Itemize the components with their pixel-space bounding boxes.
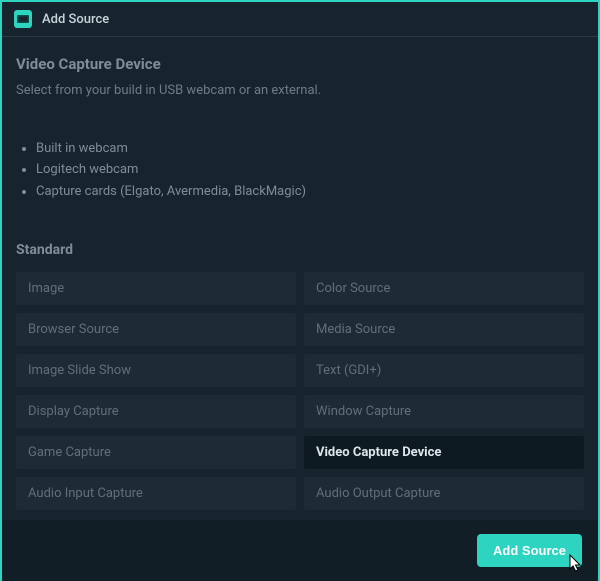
list-item: Capture cards (Elgato, Avermedia, BlackM… xyxy=(36,181,584,202)
dialog-footer: Add Source xyxy=(2,520,598,581)
add-source-button[interactable]: Add Source xyxy=(477,534,582,567)
source-image-slide-show[interactable]: Image Slide Show xyxy=(16,354,296,387)
add-source-dialog: Add Source Video Capture Device Select f… xyxy=(0,0,600,581)
examples-list: Built in webcam Logitech webcam Capture … xyxy=(16,138,584,202)
source-audio-input-capture[interactable]: Audio Input Capture xyxy=(16,477,296,510)
source-text-gdi[interactable]: Text (GDI+) xyxy=(304,354,584,387)
app-icon xyxy=(14,10,32,28)
list-item: Logitech webcam xyxy=(36,159,584,180)
section-title: Video Capture Device xyxy=(16,55,584,73)
source-window-capture[interactable]: Window Capture xyxy=(304,395,584,428)
titlebar: Add Source xyxy=(2,2,598,37)
list-item: Built in webcam xyxy=(36,138,584,159)
window-title: Add Source xyxy=(42,12,109,27)
category-label: Standard xyxy=(16,242,584,258)
source-media-source[interactable]: Media Source xyxy=(304,313,584,346)
source-audio-output-capture[interactable]: Audio Output Capture xyxy=(304,477,584,510)
source-browser-source[interactable]: Browser Source xyxy=(16,313,296,346)
source-grid: Image Color Source Browser Source Media … xyxy=(16,272,584,510)
source-color-source[interactable]: Color Source xyxy=(304,272,584,305)
content-area: Video Capture Device Select from your bu… xyxy=(2,37,598,520)
source-display-capture[interactable]: Display Capture xyxy=(16,395,296,428)
source-image[interactable]: Image xyxy=(16,272,296,305)
source-video-capture-device[interactable]: Video Capture Device xyxy=(304,436,584,469)
section-description: Select from your build in USB webcam or … xyxy=(16,83,584,98)
source-game-capture[interactable]: Game Capture xyxy=(16,436,296,469)
